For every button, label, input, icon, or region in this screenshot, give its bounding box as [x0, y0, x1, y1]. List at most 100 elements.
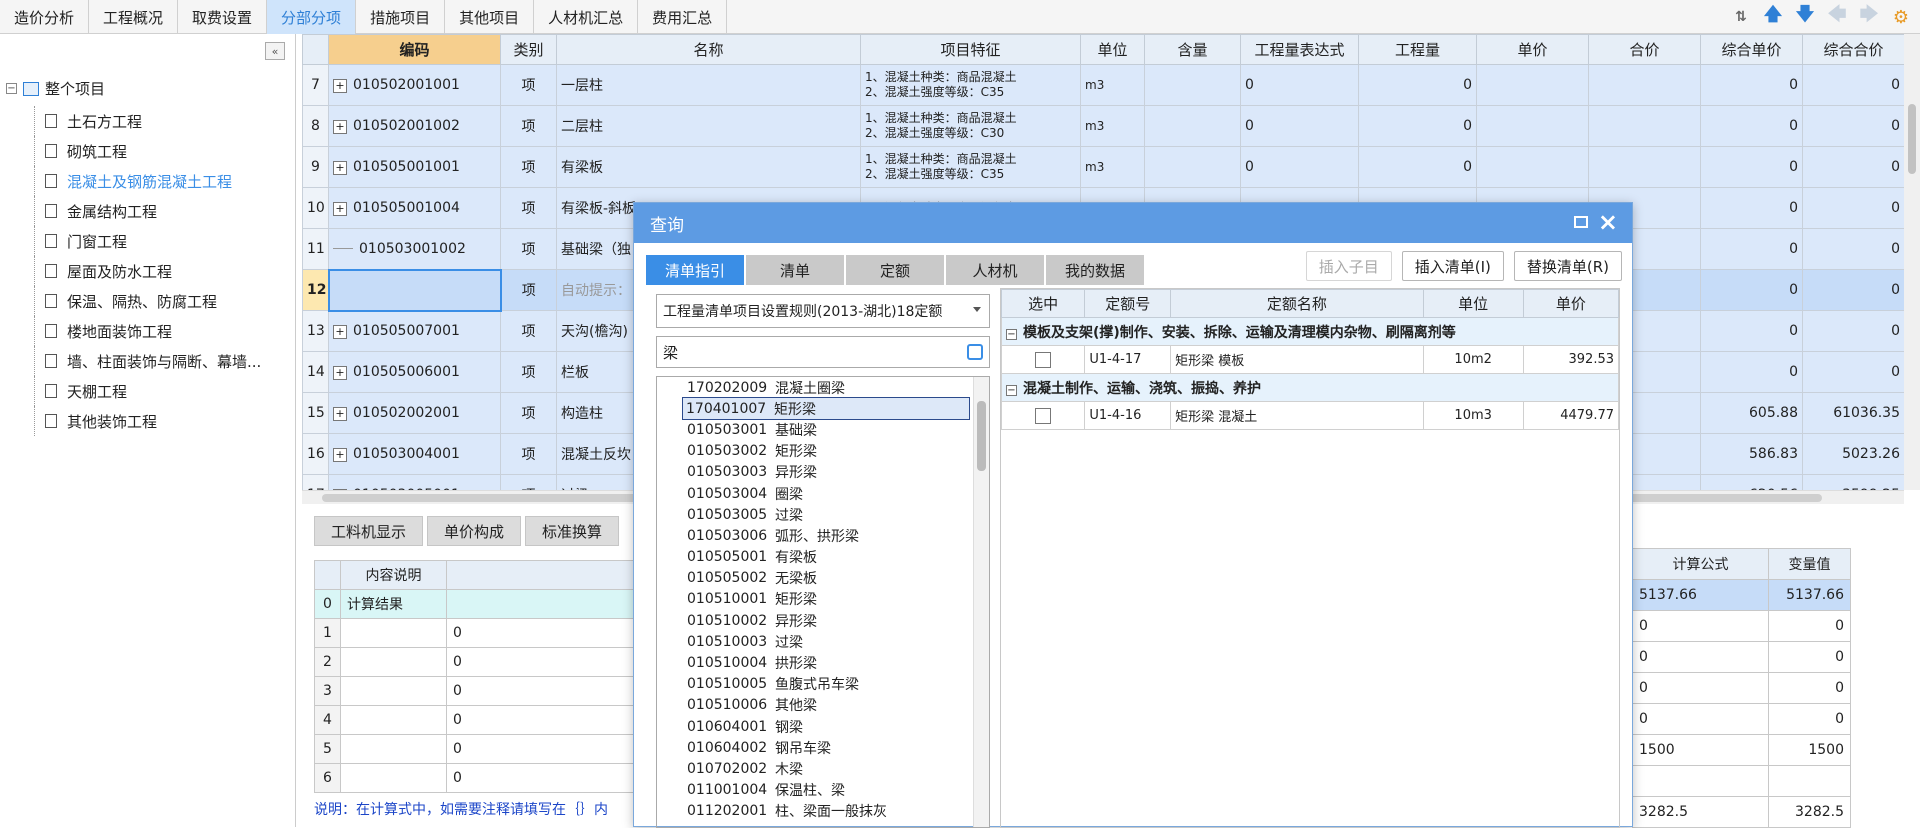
type-cell[interactable]: 项 — [500, 187, 557, 229]
list-item[interactable]: 010510004 拱形梁 — [657, 652, 989, 673]
type-cell[interactable]: 项 — [500, 433, 557, 475]
code-cell[interactable]: +010505001004 — [328, 187, 501, 229]
list-item[interactable]: 010505001 有梁板 — [657, 547, 989, 568]
quantity-cell[interactable]: 0 — [1358, 146, 1477, 188]
list-item[interactable]: 170202009 混凝土圈梁 — [657, 377, 989, 398]
code-cell[interactable]: +010503004001 — [328, 433, 501, 475]
unit-cell[interactable]: m3 — [1080, 146, 1145, 188]
tab-3[interactable]: 分部分项 — [267, 0, 357, 34]
composite-unit-price-cell[interactable]: 0 — [1700, 228, 1803, 270]
column-header[interactable]: 综合单价 — [1700, 34, 1803, 65]
column-header[interactable]: 含量 — [1144, 34, 1241, 65]
search-icon[interactable] — [967, 344, 983, 360]
tree-item[interactable]: 天棚工程 — [34, 376, 261, 406]
variable-value-cell[interactable]: 0 — [1768, 641, 1851, 673]
select-cell[interactable] — [1000, 345, 1086, 374]
dialog-tab[interactable]: 清单 — [746, 255, 844, 285]
name-cell[interactable]: 一层柱 — [556, 64, 861, 106]
composite-total-cell[interactable]: 0 — [1802, 269, 1904, 311]
list-scrollbar[interactable] — [973, 377, 989, 827]
list-item[interactable]: 011202001 柱、梁面一般抹灰 — [657, 801, 989, 822]
quantity-cell[interactable]: 0 — [1358, 64, 1477, 106]
name-cell[interactable]: 二层柱 — [556, 105, 861, 147]
type-cell[interactable]: 项 — [500, 269, 557, 311]
composite-total-cell[interactable]: 0 — [1802, 146, 1904, 188]
list-item[interactable]: 010503005 过梁 — [657, 504, 989, 525]
bottom-tab[interactable]: 单价构成 — [427, 516, 522, 546]
composite-unit-price-cell[interactable]: 0 — [1700, 64, 1803, 106]
type-cell[interactable]: 项 — [500, 146, 557, 188]
composite-unit-price-cell[interactable]: 0 — [1700, 269, 1803, 311]
variable-value-cell[interactable]: 0 — [1768, 672, 1851, 704]
table-row[interactable]: 0 计算结果 — [314, 589, 647, 619]
type-cell[interactable]: 项 — [500, 474, 557, 490]
formula-cell[interactable]: 0 — [1632, 641, 1769, 673]
column-header[interactable]: 类别 — [500, 34, 557, 65]
table-row[interactable]: 50 — [314, 734, 647, 764]
description-cell[interactable] — [340, 676, 447, 706]
tree-item[interactable]: 金属结构工程 — [34, 196, 261, 226]
expression-cell[interactable]: 0 — [1240, 105, 1359, 147]
code-cell[interactable]: +010505006001 — [328, 351, 501, 393]
composite-unit-price-cell[interactable]: 605.88 — [1700, 392, 1803, 434]
collapse-icon[interactable]: − — [1006, 328, 1017, 340]
dialog-tab[interactable]: 我的数据 — [1046, 255, 1144, 285]
maximize-icon[interactable] — [1574, 216, 1588, 228]
list-item[interactable]: 010604001 钢梁 — [657, 716, 989, 737]
insert-list-button[interactable]: 插入清单(I) — [1401, 251, 1504, 281]
expand-icon[interactable]: + — [333, 79, 347, 93]
replace-list-button[interactable]: 替换清单(R) — [1513, 251, 1622, 281]
column-header[interactable]: 单价 — [1476, 34, 1589, 65]
list-item[interactable]: 010503004 圈梁 — [657, 483, 989, 504]
description-cell[interactable] — [340, 618, 447, 648]
value-cell[interactable]: 0 — [446, 734, 647, 764]
content-cell[interactable] — [1144, 105, 1241, 147]
expand-icon[interactable]: + — [333, 325, 347, 340]
tree-item[interactable]: 楼地面装饰工程 — [34, 316, 261, 346]
composite-unit-price-cell[interactable]: 0 — [1700, 187, 1803, 229]
expand-icon[interactable]: + — [333, 120, 347, 134]
total-price-cell[interactable] — [1588, 64, 1701, 106]
table-row[interactable]: 10 — [314, 618, 647, 648]
dialog-tab[interactable]: 人材机 — [946, 255, 1044, 285]
value-cell[interactable]: 0 — [446, 676, 647, 706]
tree-item[interactable]: 土石方工程 — [34, 106, 261, 136]
insert-subitem-button[interactable]: 插入子目 — [1305, 251, 1392, 281]
formula-cell[interactable]: 5137.66 — [1632, 579, 1769, 611]
type-cell[interactable]: 项 — [500, 228, 557, 270]
group-row[interactable]: − 模板及支架(撑)制作、安装、拆除、运输及清理模内杂物、刷隔离剂等 — [1001, 317, 1619, 346]
table-row[interactable]: 30 — [314, 676, 647, 706]
column-header[interactable] — [302, 34, 329, 65]
expand-icon[interactable]: + — [333, 161, 347, 175]
feature-cell[interactable]: 1、混凝土种类：商品混凝土 2、混凝土强度等级：C35 — [860, 146, 1081, 188]
tab-4[interactable]: 措施项目 — [356, 0, 446, 34]
composite-total-cell[interactable]: 0 — [1802, 187, 1904, 229]
name-cell[interactable]: 有梁板 — [556, 146, 861, 188]
composite-unit-price-cell[interactable]: 0 — [1700, 105, 1803, 147]
composite-unit-price-cell[interactable]: 620.56 — [1700, 474, 1803, 490]
collapse-icon[interactable]: − — [1006, 384, 1017, 396]
move-left-icon[interactable]: 🡄 — [1826, 4, 1848, 28]
settings-icon[interactable]: ⚙ — [1890, 6, 1912, 28]
list-item[interactable]: 010702002 木梁 — [657, 758, 989, 779]
table-row[interactable]: 1500 1500 — [1632, 734, 1851, 766]
feature-cell[interactable]: 1、混凝土种类：商品混凝土 2、混凝土强度等级：C30 — [860, 105, 1081, 147]
list-item[interactable]: 010510001 矩形梁 — [657, 589, 989, 610]
table-row[interactable]: 20 — [314, 647, 647, 677]
expand-icon[interactable]: + — [333, 366, 347, 380]
description-cell[interactable] — [340, 734, 447, 764]
quota-row[interactable]: U1-4-17 矩形梁 模板 10m2 392.53 — [1000, 345, 1620, 374]
dialog-tab[interactable]: 清单指引 — [646, 255, 744, 285]
variable-value-cell[interactable]: 0 — [1768, 703, 1851, 735]
tree-item[interactable]: 混凝土及钢筋混凝土工程 — [34, 166, 261, 196]
tab-1[interactable]: 工程概况 — [89, 0, 179, 34]
expand-icon[interactable]: + — [333, 448, 347, 462]
composite-unit-price-cell[interactable]: 586.83 — [1700, 433, 1803, 475]
tree-item[interactable]: 其他装饰工程 — [34, 406, 261, 436]
content-cell[interactable] — [1144, 146, 1241, 188]
search-input[interactable]: 梁 — [656, 336, 990, 368]
composite-total-cell[interactable]: 61036.35 — [1802, 392, 1904, 434]
feature-cell[interactable]: 1、混凝土种类：商品混凝土 2、混凝土强度等级：C35 — [860, 64, 1081, 106]
formula-cell[interactable]: 1500 — [1632, 734, 1769, 766]
value-cell[interactable]: 0 — [446, 618, 647, 648]
